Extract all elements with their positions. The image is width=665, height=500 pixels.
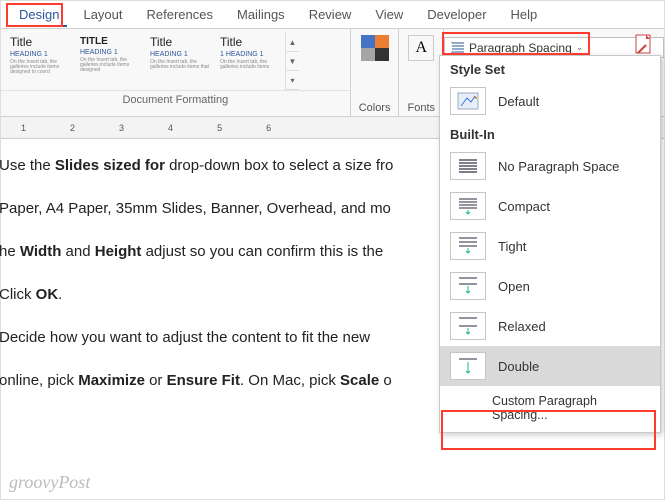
menu-item-label: Relaxed [498,319,650,334]
ribbon-group-document-formatting: Title Heading 1 On the Insert tab, the g… [1,29,351,116]
default-icon [450,87,486,115]
colors-icon [361,35,389,61]
tab-view[interactable]: View [363,3,415,26]
paragraph-spacing-dropdown: Style Set Default Built-In No Paragraph … [439,55,661,433]
menu-item-label: Default [498,94,650,109]
menu-item-no-paragraph-space[interactable]: No Paragraph Space [440,146,660,186]
chevron-up-icon[interactable]: ▲ [286,33,299,52]
style-gallery-scroll[interactable]: ▲ ▼ ▾ [285,33,299,90]
fonts-label: Fonts [407,100,435,114]
menu-item-custom-spacing[interactable]: Custom Paragraph Spacing... [440,386,660,428]
menu-item-compact[interactable]: Compact [440,186,660,226]
style-tile[interactable]: TITLE HEADING 1 On the Insert tab, the g… [75,33,145,90]
menu-item-double[interactable]: Double [440,346,660,386]
paragraph-spacing-label: Paragraph Spacing [469,41,572,55]
menu-item-label: Compact [498,199,650,214]
colors-label: Colors [359,100,391,114]
tab-design[interactable]: Design [7,3,71,26]
tab-review[interactable]: Review [297,3,364,26]
fonts-icon: A [408,35,434,61]
tab-help[interactable]: Help [499,3,550,26]
spacing-icon [450,272,486,300]
ribbon-group-colors[interactable]: Colors [351,29,400,116]
dropdown-section-style-set: Style Set [440,56,660,81]
chevron-down-icon[interactable]: ▼ [286,52,299,71]
spacing-icon [450,152,486,180]
menu-item-tight[interactable]: Tight [440,226,660,266]
style-tile[interactable]: Title Heading 1 On the Insert tab, the g… [145,33,215,90]
menu-item-label: No Paragraph Space [498,159,650,174]
ribbon-group-label: Document Formatting [1,91,350,109]
tab-developer[interactable]: Developer [415,3,498,26]
tab-layout[interactable]: Layout [71,3,134,26]
style-tile[interactable]: Title Heading 1 On the Insert tab, the g… [5,33,75,90]
spacing-icon [450,352,486,380]
page-icon[interactable] [632,33,656,57]
menu-item-default[interactable]: Default [440,81,660,121]
menu-item-label: Open [498,279,650,294]
spacing-icon [450,312,486,340]
tab-references[interactable]: References [135,3,225,26]
menu-item-open[interactable]: Open [440,266,660,306]
expand-gallery-icon[interactable]: ▾ [286,71,299,90]
menu-item-label: Tight [498,239,650,254]
style-gallery[interactable]: Title Heading 1 On the Insert tab, the g… [1,29,350,91]
dropdown-section-built-in: Built-In [440,121,660,146]
paragraph-spacing-icon [451,41,465,55]
style-tile[interactable]: Title 1 Heading 1 On the Insert tab, the… [215,33,285,90]
menu-item-label: Double [498,359,650,374]
ribbon-tabs: Design Layout References Mailings Review… [1,1,664,29]
chevron-down-icon: ⌄ [576,42,584,53]
spacing-icon [450,192,486,220]
tab-mailings[interactable]: Mailings [225,3,297,26]
spacing-icon [450,232,486,260]
watermark: groovyPost [9,472,90,493]
menu-item-relaxed[interactable]: Relaxed [440,306,660,346]
ribbon-group-fonts[interactable]: A Fonts [399,29,444,116]
